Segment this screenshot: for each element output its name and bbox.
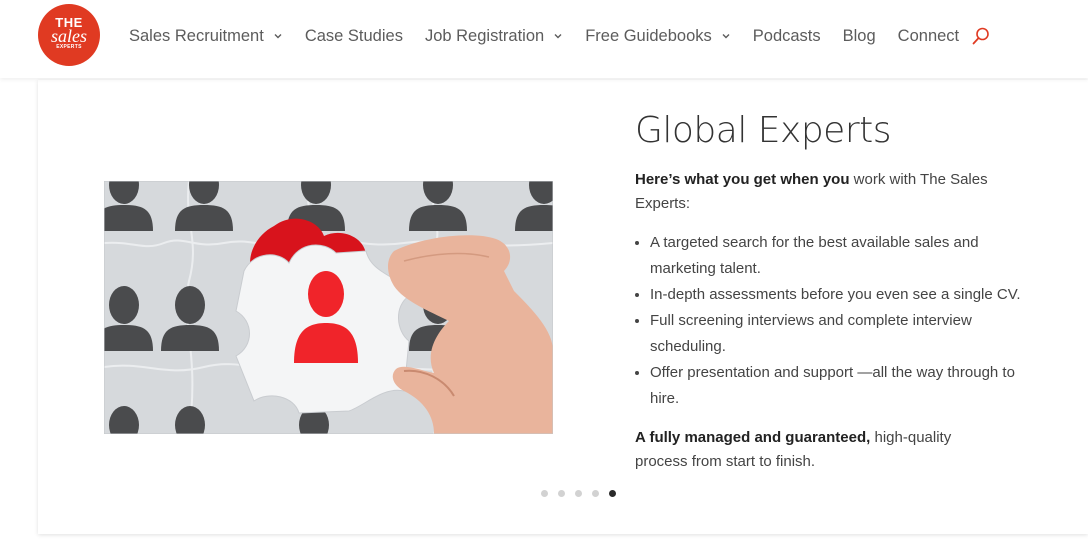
carousel-dot[interactable] xyxy=(592,490,599,497)
slide-intro-bold: Here’s what you get when you xyxy=(635,171,850,188)
nav-item-free-guidebooks[interactable]: Free Guidebooks xyxy=(585,27,731,46)
list-item: A targeted search for the best available… xyxy=(650,230,1035,282)
logo-line-sales: sales xyxy=(51,26,87,46)
carousel-dot[interactable] xyxy=(541,490,548,497)
slide-title: Global Experts xyxy=(635,110,892,151)
nav-item-job-registration[interactable]: Job Registration xyxy=(425,27,563,46)
nav-item-podcasts[interactable]: Podcasts xyxy=(753,27,821,46)
puzzle-hero-image xyxy=(104,181,553,434)
puzzle-illustration xyxy=(104,181,553,434)
list-item: Offer presentation and support —all the … xyxy=(650,360,1035,412)
slide-content: Global Experts Here’s what you get when … xyxy=(635,108,1035,474)
nav-item-label: Podcasts xyxy=(752,26,821,45)
chevron-down-icon xyxy=(554,34,562,39)
list-item: In-depth assessments before you even see… xyxy=(650,282,1035,308)
nav-item-label: Free Guidebooks xyxy=(585,26,712,45)
carousel-dot[interactable] xyxy=(558,490,565,497)
nav-item-case-studies[interactable]: Case Studies xyxy=(305,27,403,46)
nav-item-label: Job Registration xyxy=(424,26,545,45)
chevron-down-icon xyxy=(274,34,282,39)
slide-closing-bold: A fully managed and guaranteed, xyxy=(635,429,871,446)
page: THE sales EXPERTS Sales Recruitment Case… xyxy=(0,0,1088,542)
site-header: THE sales EXPERTS Sales Recruitment Case… xyxy=(0,0,1088,78)
nav-item-connect[interactable]: Connect xyxy=(898,27,959,46)
search-icon[interactable] xyxy=(971,26,991,46)
nav-item-label: Blog xyxy=(842,26,876,45)
main-nav: Sales Recruitment Case Studies Job Regis… xyxy=(129,24,991,48)
slide-intro: Here’s what you get when you work with T… xyxy=(635,168,1035,216)
chevron-down-icon xyxy=(722,34,730,39)
nav-item-blog[interactable]: Blog xyxy=(843,27,876,46)
logo-line-experts: EXPERTS xyxy=(56,44,82,50)
benefits-list: A targeted search for the best available… xyxy=(635,230,1035,412)
logo[interactable]: THE sales EXPERTS xyxy=(38,4,100,66)
nav-item-sales-recruitment[interactable]: Sales Recruitment xyxy=(129,27,283,46)
carousel-dot[interactable] xyxy=(609,490,616,497)
carousel-dots xyxy=(541,490,626,497)
slide-closing: A fully managed and guaranteed, high-qua… xyxy=(635,426,995,474)
slider-panel: Global Experts Here’s what you get when … xyxy=(38,80,1088,534)
carousel-dot[interactable] xyxy=(575,490,582,497)
nav-item-label: Case Studies xyxy=(304,26,403,45)
list-item: Full screening interviews and complete i… xyxy=(650,308,1035,360)
nav-item-label: Connect xyxy=(897,26,960,45)
nav-item-label: Sales Recruitment xyxy=(129,26,264,45)
